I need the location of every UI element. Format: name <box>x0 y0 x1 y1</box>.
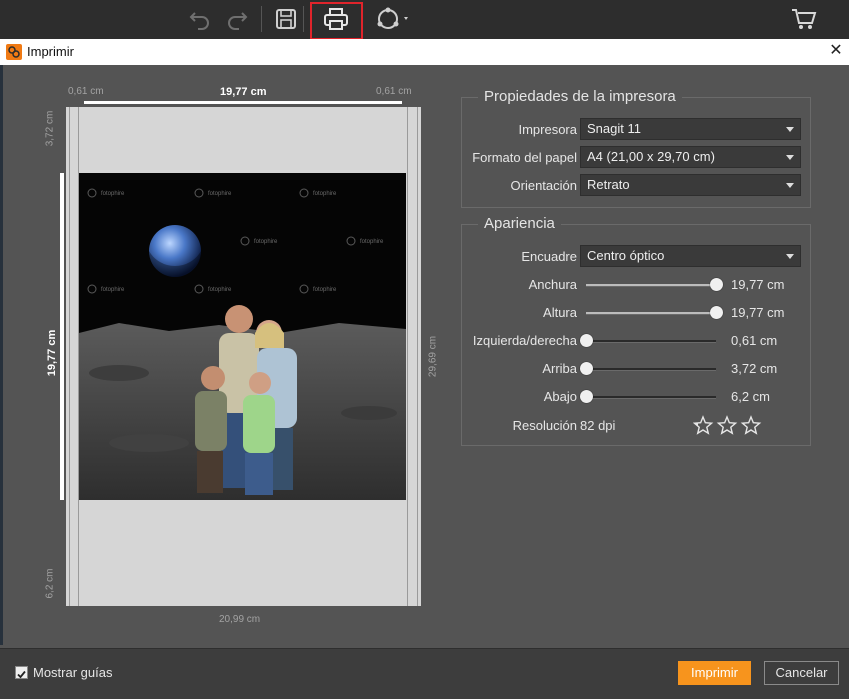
paper-height-label: 29,69 cm <box>427 335 439 378</box>
printer-label: Impresora <box>518 122 577 137</box>
slider-handle[interactable] <box>580 362 593 375</box>
printer-properties-title: Propiedades de la impresora <box>478 88 682 105</box>
guide-line-right <box>417 107 418 606</box>
orientation-select[interactable]: Retrato <box>580 174 801 196</box>
chevron-down-icon <box>786 127 794 132</box>
slider-label: Altura <box>543 305 577 320</box>
frame-label: Encuadre <box>521 249 577 264</box>
paper-format-select-value: A4 (21,00 x 29,70 cm) <box>587 149 715 164</box>
print-height-label: 19,77 cm <box>46 329 58 377</box>
svg-text:fotophire: fotophire <box>101 287 125 293</box>
slider-value: 0,61 cm <box>731 333 778 348</box>
slider-track[interactable] <box>586 278 723 291</box>
app-logo-icon <box>6 44 22 60</box>
printer-select[interactable]: Snagit 11 <box>580 118 801 140</box>
paper-format-label: Formato del papel <box>472 150 577 165</box>
svg-text:fotophire: fotophire <box>208 287 232 293</box>
svg-text:fotophire: fotophire <box>254 239 278 245</box>
dialog-title: Imprimir <box>27 44 74 59</box>
width-indicator-line <box>84 101 402 104</box>
svg-text:fotophire: fotophire <box>208 191 232 197</box>
margin-right-label: 0,61 cm <box>376 86 412 97</box>
toolbar-divider <box>303 6 304 32</box>
slider-handle[interactable] <box>710 278 723 291</box>
redo-icon[interactable] <box>223 5 251 33</box>
resolution-label: Resolución <box>512 418 577 433</box>
slider-label: Arriba <box>542 361 577 376</box>
cancel-button[interactable]: Cancelar <box>764 661 839 685</box>
window-edge <box>0 65 3 645</box>
dialog-titlebar: Imprimir ✕ <box>0 39 849 66</box>
frame-select-value: Centro óptico <box>587 248 665 263</box>
print-highlight-box <box>310 2 363 40</box>
slider-label: Anchura <box>528 277 577 292</box>
slider-handle[interactable] <box>580 390 593 403</box>
slider-track[interactable] <box>580 334 716 347</box>
svg-text:fotophire: fotophire <box>360 239 384 245</box>
slider-value: 6,2 cm <box>731 389 771 404</box>
orientation-select-value: Retrato <box>587 177 630 192</box>
app-toolbar <box>0 0 849 40</box>
slider-label: Izquierda/derecha <box>472 333 577 348</box>
svg-text:fotophire: fotophire <box>313 287 337 293</box>
slider-track[interactable] <box>580 362 716 375</box>
frame-select[interactable]: Centro óptico <box>580 245 801 267</box>
resolution-value: 82 dpi <box>580 418 616 433</box>
quality-stars <box>692 415 765 442</box>
star-icon <box>740 415 762 435</box>
guide-line-right-inner <box>407 107 408 606</box>
undo-icon[interactable] <box>186 5 214 33</box>
paper-format-select[interactable]: A4 (21,00 x 29,70 cm) <box>580 146 801 168</box>
print-button[interactable]: Imprimir <box>678 661 751 685</box>
printer-select-value: Snagit 11 <box>587 121 641 136</box>
svg-text:fotophire: fotophire <box>313 191 337 197</box>
star-icon <box>716 415 738 435</box>
print-width-label: 19,77 cm <box>220 86 267 98</box>
margin-bottom-side-label: 6,2 cm <box>44 568 56 599</box>
show-guides-checkbox[interactable] <box>15 666 28 679</box>
paper-width-label: 20,99 cm <box>219 614 261 625</box>
appearance-title: Apariencia <box>478 215 561 232</box>
cart-icon[interactable] <box>790 5 818 33</box>
svg-text:fotophire: fotophire <box>101 191 125 197</box>
slider-fill <box>586 284 716 286</box>
slider-track[interactable] <box>580 390 716 403</box>
share-icon[interactable] <box>373 5 413 33</box>
toolbar-divider <box>261 6 262 32</box>
margin-top-side-wrap: 3,72 cm <box>30 110 70 150</box>
guide-line-left <box>69 107 70 606</box>
slider-track[interactable] <box>586 306 723 319</box>
slider-value: 3,72 cm <box>731 361 778 376</box>
slider-label: Abajo <box>543 389 577 404</box>
chevron-down-icon <box>786 254 794 259</box>
slider-value: 19,77 cm <box>731 277 785 292</box>
slider-value: 19,77 cm <box>731 305 785 320</box>
margin-left-label: 0,61 cm <box>68 86 104 97</box>
orientation-label: Orientación <box>510 178 577 193</box>
margin-top-side-label: 3,72 cm <box>44 110 56 147</box>
slider-handle[interactable] <box>710 306 723 319</box>
margin-bottom-side-wrap: 6,2 cm <box>30 565 70 605</box>
close-icon[interactable]: ✕ <box>826 41 846 61</box>
chevron-down-icon <box>786 155 794 160</box>
slider-handle[interactable] <box>580 334 593 347</box>
show-guides-label[interactable]: Mostrar guías <box>33 665 112 680</box>
slider-fill <box>586 312 716 314</box>
chevron-down-icon <box>786 183 794 188</box>
print-photo[interactable]: fotophire fotophire fotophire fotophire … <box>79 173 406 500</box>
save-icon[interactable] <box>272 5 300 33</box>
